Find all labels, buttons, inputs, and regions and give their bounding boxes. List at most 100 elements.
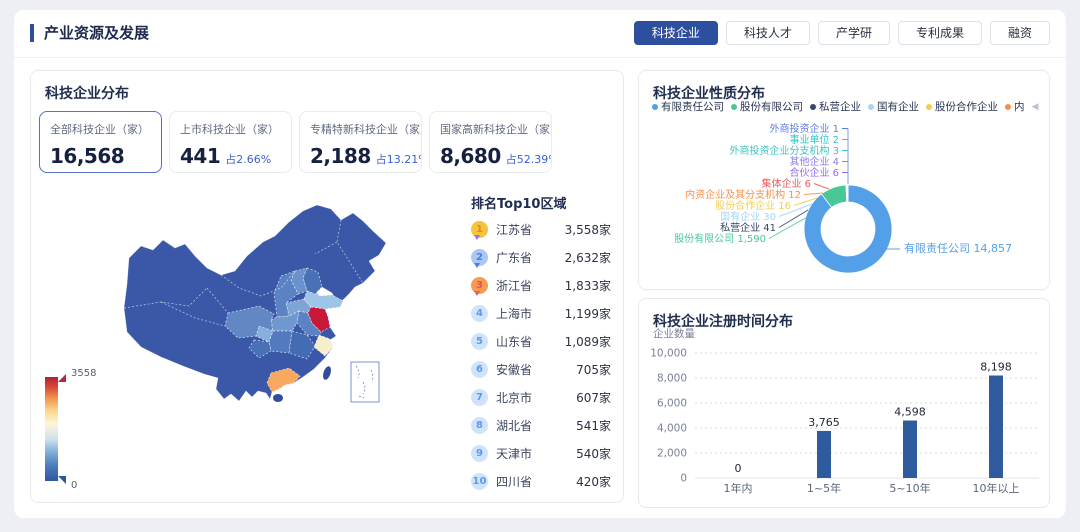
rank-region-name: 广东省 xyxy=(496,249,532,266)
stat-cards: 全部科技企业（家）16,568上市科技企业（家）441占2.66%专精特新科技企… xyxy=(39,111,552,173)
visual-scale-min-label: 0 xyxy=(71,480,77,491)
pie-label-1: 股份有限公司 1,590 xyxy=(674,232,766,245)
stat-card-0[interactable]: 全部科技企业（家）16,568 xyxy=(39,111,162,173)
tab-bar: 科技企业科技人才产学研专利成果融资 xyxy=(634,21,1050,45)
main-card: 产业资源及发展 科技企业科技人才产学研专利成果融资 科技企业分布 全部科技企业（… xyxy=(14,10,1066,518)
ranking-row-7: 7 北京市 607家 xyxy=(471,383,611,411)
map-visual-scale[interactable]: 3558 0 xyxy=(45,377,58,481)
tab-3[interactable]: 专利成果 xyxy=(898,21,982,45)
stat-card-2[interactable]: 专精特新科技企业（家） 2,188 占13.21% xyxy=(299,111,422,173)
ranking-row-4: 4 上海市 1,199家 xyxy=(471,299,611,327)
bar-category-label-3: 10年以上 xyxy=(973,481,1020,495)
visual-scale-max-handle[interactable] xyxy=(58,374,66,382)
bar-value-label-3: 8,198 xyxy=(980,361,1012,374)
tab-2[interactable]: 产学研 xyxy=(818,21,890,45)
rank-medal-icon: 10 xyxy=(471,473,488,490)
ranking-row-1: 1 江苏省 3,558家 xyxy=(471,215,611,243)
rank-medal-icon: 7 xyxy=(471,389,488,406)
rank-region-name: 山东省 xyxy=(496,333,532,350)
rank-region-name: 北京市 xyxy=(496,389,532,406)
stat-card-percent: 占2.66% xyxy=(225,151,271,167)
bar-ytick-4: 8,000 xyxy=(657,373,687,385)
china-map[interactable] xyxy=(111,196,401,411)
map-hainan[interactable] xyxy=(273,394,283,402)
visual-scale-max-label: 3558 xyxy=(71,368,96,379)
rank-region-value: 3,558家 xyxy=(565,221,611,238)
ranking-row-5: 5 山东省 1,089家 xyxy=(471,327,611,355)
pie-label-2: 私营企业 41 xyxy=(720,221,776,234)
ranking-row-9: 9 天津市 540家 xyxy=(471,439,611,467)
page-title: 产业资源及发展 xyxy=(30,24,149,42)
stat-card-3[interactable]: 国家高新科技企业（家） 8,680 占52.39% xyxy=(429,111,552,173)
pie-label-4: 股份合作企业 16 xyxy=(715,199,791,212)
visual-scale-min-handle[interactable] xyxy=(58,476,66,484)
registration-bar-chart[interactable]: 企业数量 0 2,000 4,000 6,000 8,000 10,000 0 1年内 3,765… xyxy=(639,323,1051,509)
tab-1[interactable]: 科技人才 xyxy=(726,21,810,45)
nature-pie-chart[interactable]: 外商投资企业 1事业单位 2外商投资企业分支机构 3其他企业 4合伙企业 6集体… xyxy=(639,95,1051,291)
bar-ytick-1: 2,000 xyxy=(657,448,687,460)
rank-medal-icon: 6 xyxy=(471,361,488,378)
tab-0[interactable]: 科技企业 xyxy=(634,21,718,45)
pie-label-7: 合伙企业 6 xyxy=(789,166,839,179)
rank-region-value: 541家 xyxy=(576,417,611,434)
rank-region-name: 天津市 xyxy=(496,445,532,462)
stat-card-value: 16,568 xyxy=(50,144,124,168)
rank-region-name: 安徽省 xyxy=(496,361,532,378)
stat-card-value: 2,188 xyxy=(310,144,371,168)
registration-panel: 科技企业注册时间分布 企业数量02,0004,0006,0008,00010,0… xyxy=(638,298,1050,508)
bar-value-label-0: 0 xyxy=(735,462,742,475)
rank-region-value: 2,632家 xyxy=(565,249,611,266)
rank-medal-icon: 4 xyxy=(471,305,488,322)
bar-1[interactable] xyxy=(817,431,831,478)
rank-medal-icon: 8 xyxy=(471,417,488,434)
rank-medal-icon: 1 xyxy=(471,221,488,238)
bar-category-label-2: 5~10年 xyxy=(889,481,930,495)
rank-region-value: 420家 xyxy=(576,473,611,490)
rank-medal-icon: 2 xyxy=(471,249,488,266)
stat-card-1[interactable]: 上市科技企业（家）441占2.66% xyxy=(169,111,292,173)
pie-label-8: 其他企业 4 xyxy=(789,155,839,168)
bar-value-label-1: 3,765 xyxy=(808,416,840,429)
pie-label-6: 集体企业 6 xyxy=(761,177,811,190)
bar-ytick-5: 10,000 xyxy=(650,348,687,360)
pie-label-0: 有限责任公司 14,857 xyxy=(904,241,1012,255)
ranking-row-8: 8湖北省541家 xyxy=(471,411,611,439)
ranking-row-6: 6安徽省705家 xyxy=(471,355,611,383)
tab-4[interactable]: 融资 xyxy=(990,21,1050,45)
stat-card-label: 国家高新科技企业（家） xyxy=(440,121,541,137)
rank-medal-icon: 5 xyxy=(471,333,488,350)
ranking-title: 排名Top10区域 xyxy=(471,193,566,212)
bar-3[interactable] xyxy=(989,376,1003,478)
map-mainland[interactable] xyxy=(124,205,386,401)
rank-region-value: 540家 xyxy=(576,445,611,462)
pie-label-3: 国有企业 30 xyxy=(720,210,776,223)
bar-ylabel: 企业数量 xyxy=(653,327,695,340)
bar-ytick-0: 0 xyxy=(680,473,687,485)
stat-card-percent: 占52.39% xyxy=(506,151,552,167)
south-china-sea-inset xyxy=(351,362,379,402)
bar-ytick-2: 4,000 xyxy=(657,423,687,435)
map-taiwan[interactable] xyxy=(322,365,333,380)
stat-card-percent: 占13.21% xyxy=(376,151,422,167)
rank-region-name: 浙江省 xyxy=(496,277,532,294)
bar-value-label-2: 4,598 xyxy=(894,406,926,419)
pie-label-9: 外商投资企业分支机构 3 xyxy=(729,144,839,157)
rank-medal-icon: 9 xyxy=(471,445,488,462)
stat-card-label: 专精特新科技企业（家） xyxy=(310,121,411,137)
pie-label-11: 外商投资企业 1 xyxy=(769,122,839,135)
bar-category-label-1: 1~5年 xyxy=(807,481,841,495)
rank-region-name: 四川省 xyxy=(496,473,532,490)
ranking-row-2: 2 广东省 2,632家 xyxy=(471,243,611,271)
stat-card-value: 8,680 xyxy=(440,144,501,168)
rank-region-value: 1,833家 xyxy=(565,277,611,294)
bar-2[interactable] xyxy=(903,421,917,478)
rank-region-name: 上海市 xyxy=(496,305,532,322)
ranking-list: 1江苏省3,558家2广东省2,632家3浙江省1,833家4上海市1,199家… xyxy=(471,215,611,495)
rank-region-value: 607家 xyxy=(576,389,611,406)
rank-region-value: 1,089家 xyxy=(565,333,611,350)
bar-ytick-3: 6,000 xyxy=(657,398,687,410)
stat-card-label: 上市科技企业（家） xyxy=(180,121,281,137)
rank-region-name: 江苏省 xyxy=(496,221,532,238)
bar-category-label-0: 1年内 xyxy=(724,481,753,495)
rank-region-value: 1,199家 xyxy=(565,305,611,322)
